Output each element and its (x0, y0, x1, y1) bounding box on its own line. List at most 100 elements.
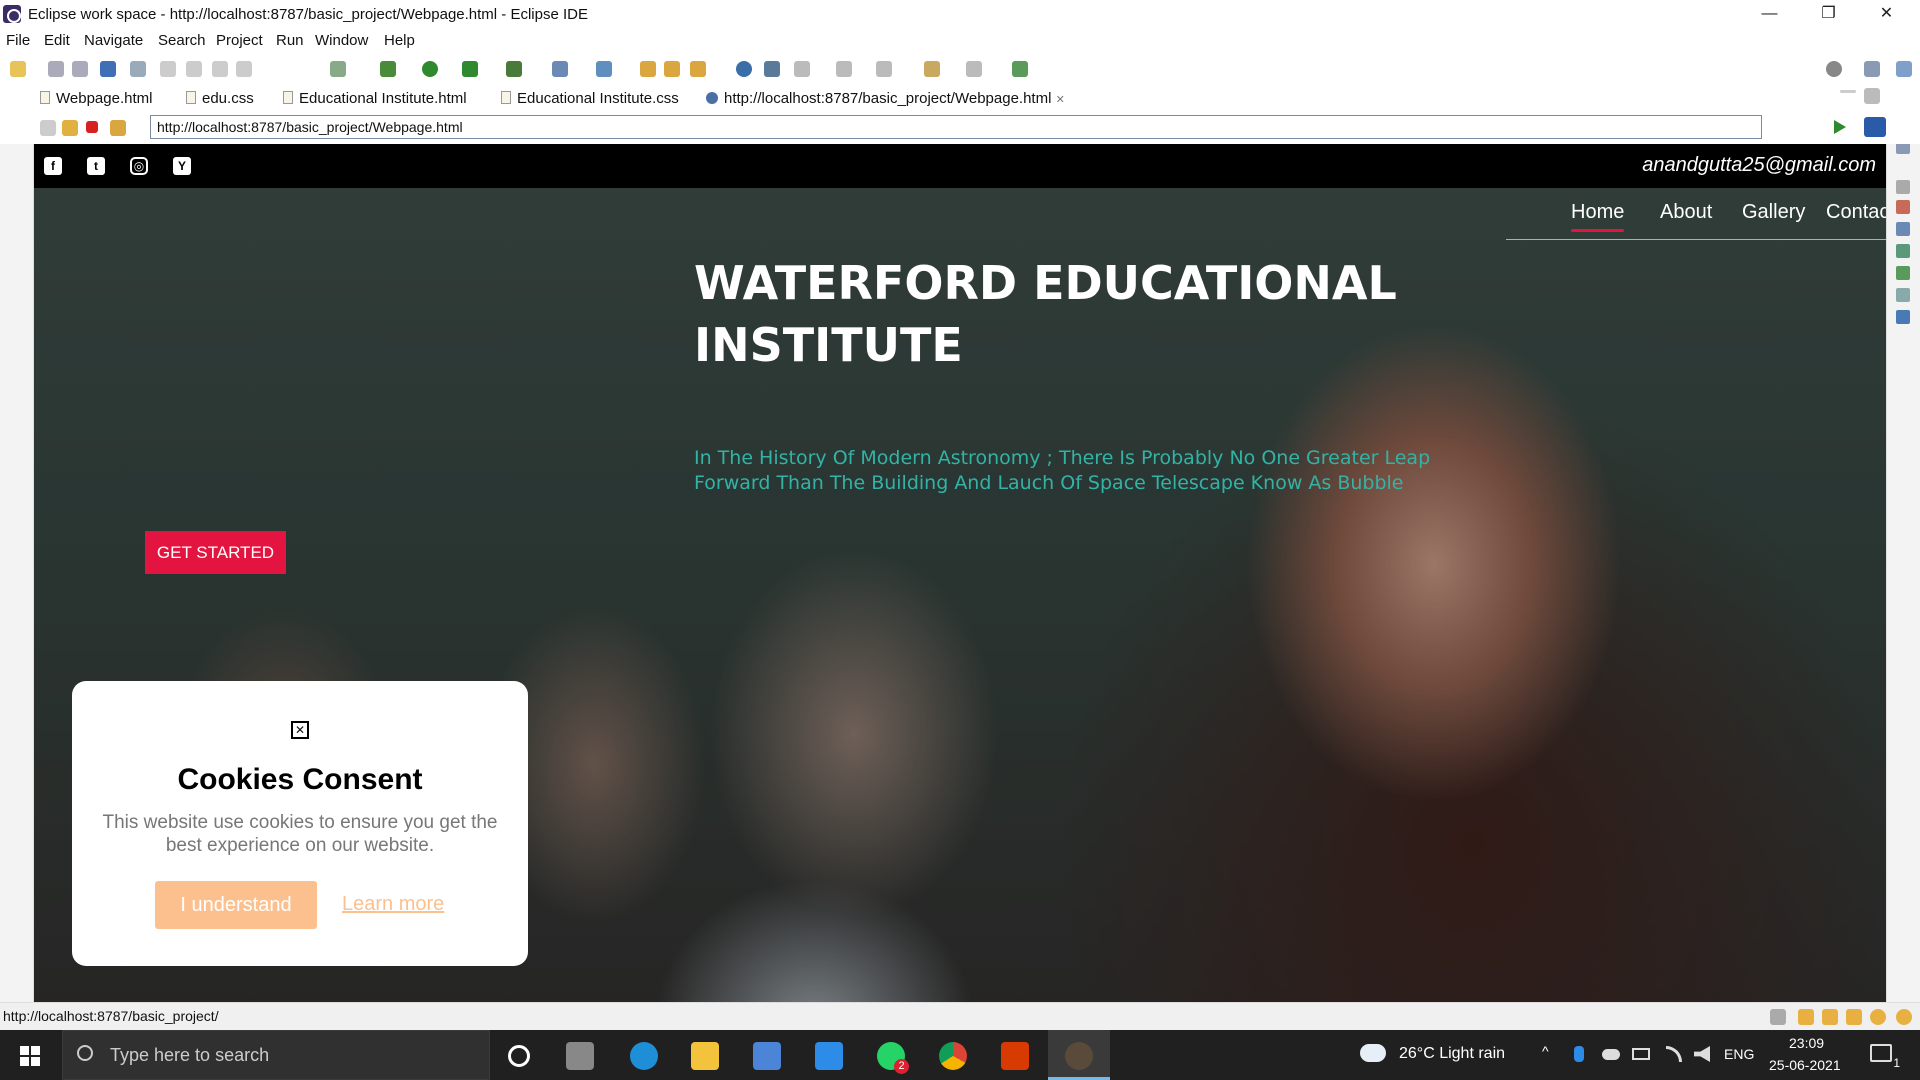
instagram-icon[interactable]: ◎ (130, 157, 148, 175)
restore-button[interactable]: ❐ (1806, 0, 1851, 28)
hat-icon[interactable] (1822, 1009, 1838, 1025)
cortana-icon[interactable] (508, 1045, 530, 1067)
get-started-button[interactable]: GET STARTED (145, 531, 286, 574)
tab-webpage-html[interactable]: Webpage.html (40, 90, 152, 107)
terminal-icon[interactable] (100, 61, 116, 77)
search-tool-icon[interactable] (690, 61, 706, 77)
sync-icon[interactable] (1770, 1009, 1786, 1025)
tab-browser[interactable]: http://localhost:8787/basic_project/Webp… (706, 90, 1065, 107)
task-view-icon[interactable] (566, 1042, 594, 1070)
go-icon[interactable] (1834, 120, 1846, 134)
browser-icon[interactable] (736, 61, 752, 77)
next-annotation-icon[interactable] (794, 61, 810, 77)
open-external-icon[interactable] (1864, 117, 1886, 137)
new-java-icon[interactable] (596, 61, 612, 77)
maximize-view-icon[interactable] (1864, 88, 1880, 104)
eclipse-taskbar-button[interactable] (1048, 1030, 1110, 1080)
file-explorer-icon[interactable] (691, 1042, 719, 1070)
menu-project[interactable]: Project (216, 32, 263, 49)
close-icon[interactable]: ✕ (291, 721, 309, 739)
skip-icon[interactable] (130, 61, 146, 77)
nav-about[interactable]: About (1660, 201, 1712, 224)
store-icon[interactable] (753, 1042, 781, 1070)
properties-icon[interactable] (1896, 222, 1910, 236)
last-edit-icon[interactable] (876, 61, 892, 77)
console-icon[interactable] (1896, 310, 1910, 324)
data-source-icon[interactable] (1896, 266, 1910, 280)
problems-icon[interactable] (1896, 200, 1910, 214)
debug-icon[interactable] (380, 61, 396, 77)
tab-close-icon[interactable]: ✕ (1056, 94, 1065, 106)
edge-icon[interactable] (630, 1042, 658, 1070)
clock-time[interactable]: 23:09 (1789, 1035, 1824, 1051)
open-task-icon[interactable] (664, 61, 680, 77)
coverage-icon[interactable] (462, 61, 478, 77)
facebook-icon[interactable]: f (44, 157, 62, 175)
prev-annotation-icon[interactable] (836, 61, 852, 77)
tab-edu-css[interactable]: edu.css (186, 90, 254, 107)
menu-run[interactable]: Run (276, 32, 304, 49)
contact-email[interactable]: anandgutta25@gmail.com (1642, 154, 1876, 177)
accept-cookies-button[interactable]: I understand (155, 881, 317, 929)
refresh-icon[interactable] (110, 120, 126, 136)
wand-icon[interactable] (1846, 1009, 1862, 1025)
snippets-icon[interactable] (1896, 288, 1910, 302)
external-tools-icon[interactable] (506, 61, 522, 77)
battery-icon[interactable] (1632, 1048, 1650, 1060)
book-icon[interactable] (1798, 1009, 1814, 1025)
notification-icon[interactable]: 1 (1870, 1044, 1900, 1070)
stop-icon[interactable] (86, 121, 98, 133)
nav-contact[interactable]: Contact (1826, 201, 1886, 224)
tab-institute-css[interactable]: Educational Institute.css (501, 90, 679, 107)
back-nav-icon[interactable] (40, 120, 56, 136)
nav-home[interactable]: Home (1571, 201, 1625, 232)
open-perspective-icon[interactable] (1864, 61, 1880, 77)
java-ee-perspective-icon[interactable] (1896, 61, 1912, 77)
chrome-icon[interactable] (939, 1042, 967, 1070)
taskbar-search[interactable]: Type here to search (62, 1030, 490, 1080)
clock-date[interactable]: 25-06-2021 (1769, 1057, 1841, 1073)
menu-navigate[interactable]: Navigate (84, 32, 143, 49)
show-hidden-icons[interactable]: ^ (1542, 1043, 1549, 1059)
open-type-icon[interactable] (640, 61, 656, 77)
wifi-icon[interactable] (1666, 1046, 1682, 1062)
menu-edit[interactable]: Edit (44, 32, 70, 49)
back-icon[interactable] (924, 61, 940, 77)
minimize-button[interactable]: — (1747, 0, 1792, 28)
twitter-icon[interactable]: t (87, 157, 105, 175)
bulb-icon[interactable] (1896, 1009, 1912, 1025)
forward-icon[interactable] (966, 61, 982, 77)
menu-file[interactable]: File (6, 32, 30, 49)
forward-nav-icon[interactable] (62, 120, 78, 136)
mail-icon[interactable] (815, 1042, 843, 1070)
volume-icon[interactable] (1694, 1046, 1710, 1062)
minimize-view-icon[interactable] (1840, 90, 1856, 93)
weather-icon[interactable] (1360, 1044, 1386, 1062)
whatsapp-icon[interactable]: 2 (877, 1042, 909, 1074)
menu-search[interactable]: Search (158, 32, 206, 49)
windows-start-icon[interactable] (20, 1046, 40, 1066)
new-icon[interactable] (10, 61, 26, 77)
ycombinator-icon[interactable]: Y (173, 157, 191, 175)
language-indicator[interactable]: ENG (1724, 1046, 1754, 1062)
terminate-icon[interactable] (212, 61, 228, 77)
save-all-icon[interactable] (72, 61, 88, 77)
new-server-icon[interactable] (552, 61, 568, 77)
tab-institute-html[interactable]: Educational Institute.html (283, 90, 467, 107)
url-input[interactable]: http://localhost:8787/basic_project/Webp… (150, 115, 1762, 139)
run-icon[interactable] (422, 61, 438, 77)
disconnect-icon[interactable] (236, 61, 252, 77)
pin-icon[interactable] (1012, 61, 1028, 77)
nav-gallery[interactable]: Gallery (1742, 201, 1805, 224)
annotation-icon[interactable] (764, 61, 780, 77)
office-icon[interactable] (1001, 1042, 1029, 1070)
resume-icon[interactable] (160, 61, 176, 77)
save-icon[interactable] (48, 61, 64, 77)
close-button[interactable]: ✕ (1864, 0, 1909, 28)
search-icon[interactable] (1826, 61, 1842, 77)
weather-text[interactable]: 26°C Light rain (1399, 1045, 1505, 1063)
menu-window[interactable]: Window (315, 32, 368, 49)
onedrive-icon[interactable] (1602, 1049, 1620, 1060)
restore-bottom-icon[interactable] (1896, 180, 1910, 194)
toggle-icon[interactable] (330, 61, 346, 77)
